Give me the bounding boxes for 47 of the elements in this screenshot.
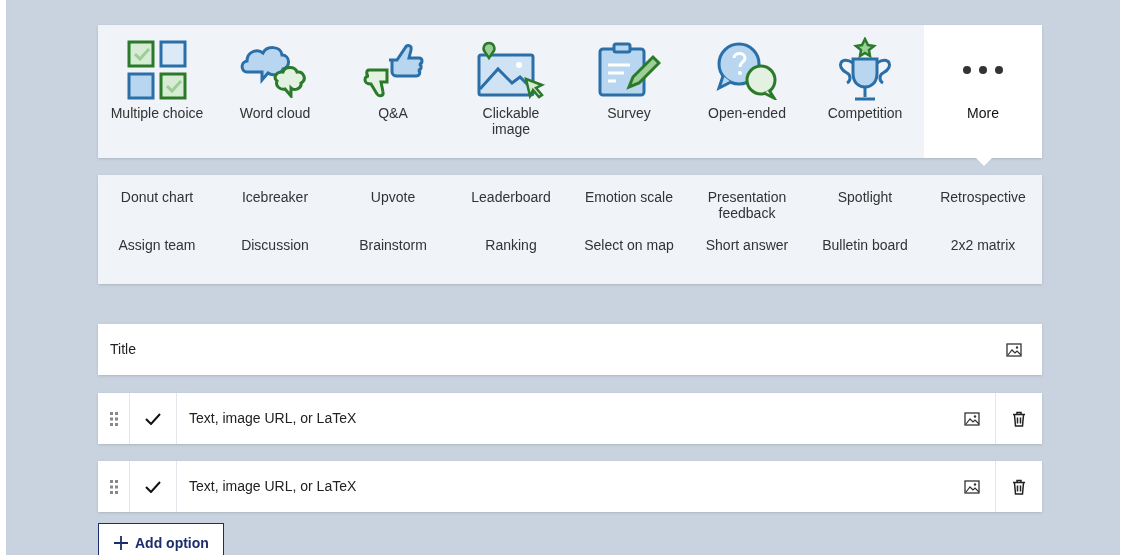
drag-handle-icon[interactable] [109, 479, 118, 494]
plus-icon [113, 535, 129, 551]
clipboard-pencil-icon [597, 41, 661, 99]
question-type-tab[interactable]: Competition [825, 105, 905, 121]
drag-handle-icon[interactable] [109, 411, 118, 426]
question-type-item[interactable]: Presentation feedback [697, 189, 797, 221]
question-type-tab[interactable]: Multiple choice [108, 105, 206, 121]
question-chat-icon [715, 40, 779, 100]
question-type-item[interactable]: Short answer [705, 237, 789, 253]
question-type-item[interactable]: Assign team [118, 237, 196, 253]
image-icon[interactable] [1006, 342, 1022, 357]
checkmark-icon[interactable] [145, 412, 161, 425]
question-type-item[interactable]: Spotlight [837, 189, 893, 205]
checkbox-grid-icon [126, 39, 188, 101]
question-type-tab[interactable]: More [965, 105, 1001, 121]
title-field[interactable]: Title [110, 339, 1006, 360]
add-option-button[interactable]: Add option [98, 523, 224, 555]
option-field[interactable]: Text, image URL, or LaTeX [189, 408, 948, 429]
option-card[interactable]: Text, image URL, or LaTeX [98, 393, 1042, 444]
image-icon[interactable] [963, 411, 980, 426]
question-type-item[interactable]: Emotion scale [585, 189, 673, 205]
trash-icon[interactable] [1012, 410, 1026, 427]
question-type-item[interactable]: Brainstorm [359, 237, 427, 253]
question-type-item[interactable]: Bulletin board [822, 237, 908, 253]
question-type-item[interactable]: Upvote [370, 189, 416, 205]
trophy-icon [836, 37, 894, 103]
question-type-item[interactable]: Select on map [584, 237, 674, 253]
question-type-item[interactable]: Discussion [241, 237, 309, 253]
trash-icon[interactable] [1012, 478, 1026, 495]
question-type-tab[interactable]: Q&A [376, 105, 410, 121]
picture-pointer-icon [476, 41, 546, 99]
question-type-item[interactable]: Leaderboard [471, 189, 551, 205]
option-card[interactable]: Text, image URL, or LaTeX [98, 461, 1042, 512]
image-icon[interactable] [963, 479, 980, 494]
question-type-tab[interactable]: Word cloud [237, 105, 313, 121]
title-card[interactable]: Title [98, 324, 1042, 375]
question-type-item[interactable]: Retrospective [940, 189, 1026, 205]
question-type-tab[interactable]: Survey [605, 105, 653, 121]
question-type-tab[interactable]: Open-ended [706, 105, 788, 121]
question-type-item[interactable]: Donut chart [120, 189, 194, 205]
question-type-item[interactable]: Ranking [485, 237, 537, 253]
question-type-item[interactable]: 2x2 matrix [950, 237, 1016, 253]
question-type-item[interactable]: Icebreaker [241, 189, 309, 205]
question-type-tab[interactable]: Clickable image [471, 105, 551, 137]
checkmark-icon[interactable] [145, 480, 161, 493]
option-field[interactable]: Text, image URL, or LaTeX [189, 476, 948, 497]
more-icon [962, 65, 1004, 75]
